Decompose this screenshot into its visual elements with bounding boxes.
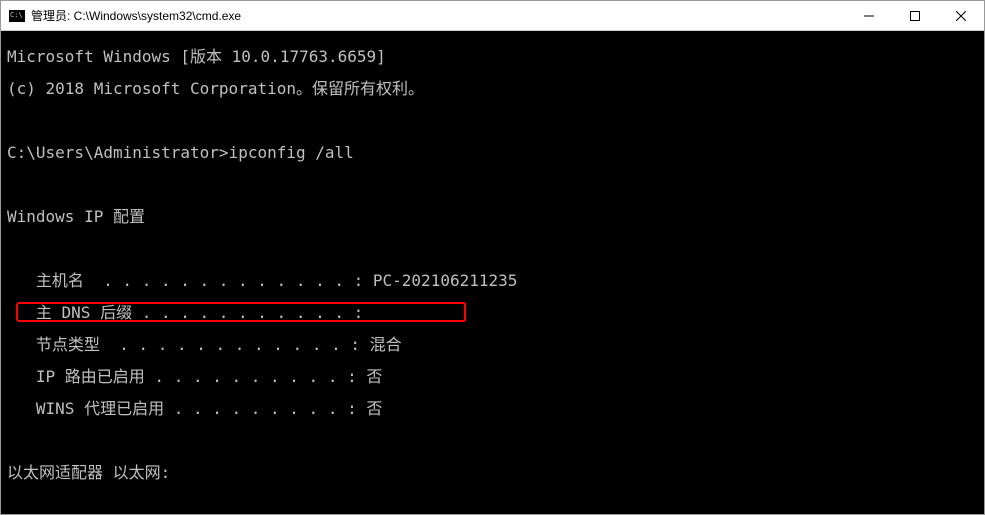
config-row-nodetype: 节点类型 . . . . . . . . . . . . : 混合 [7,337,978,353]
prompt-command: ipconfig /all [229,143,354,162]
blank-line [7,497,978,513]
window-controls [846,1,984,30]
prompt-path: C:\Users\Administrator> [7,143,229,162]
section-header: Windows IP 配置 [7,209,978,225]
label: WINS 代理已启用 . . . . . . . . . : [7,399,366,418]
value: 否 [366,399,382,418]
minimize-button[interactable] [846,1,892,30]
value: 混合 [370,335,402,354]
prompt-line: C:\Users\Administrator>ipconfig /all [7,145,978,161]
section-header-adapter: 以太网适配器 以太网: [7,465,978,481]
label: IP 路由已启用 . . . . . . . . . . : [7,367,366,386]
copyright-line: (c) 2018 Microsoft Corporation。保留所有权利。 [7,81,978,97]
label: 主 DNS 后缀 . . . . . . . . . . . : [7,303,373,322]
maximize-button[interactable] [892,1,938,30]
cmd-icon [9,10,25,22]
label: 主机名 . . . . . . . . . . . . . : [7,271,373,290]
close-button[interactable] [938,1,984,30]
window-titlebar: 管理员: C:\Windows\system32\cmd.exe [1,1,984,31]
blank-line [7,177,978,193]
config-row-hostname: 主机名 . . . . . . . . . . . . . : PC-20210… [7,273,978,289]
blank-line [7,113,978,129]
config-row-wins-proxy: WINS 代理已启用 . . . . . . . . . : 否 [7,401,978,417]
terminal-output[interactable]: Microsoft Windows [版本 10.0.17763.6659] (… [1,31,984,514]
label: 节点类型 . . . . . . . . . . . . : [7,335,370,354]
blank-line [7,433,978,449]
config-row-ip-routing: IP 路由已启用 . . . . . . . . . . : 否 [7,369,978,385]
blank-line [7,241,978,257]
window-title: 管理员: C:\Windows\system32\cmd.exe [31,7,846,24]
version-line: Microsoft Windows [版本 10.0.17763.6659] [7,49,978,65]
value: 否 [366,367,382,386]
config-row-primary-dns-suffix: 主 DNS 后缀 . . . . . . . . . . . : [7,305,978,321]
value: PC-202106211235 [373,271,518,290]
